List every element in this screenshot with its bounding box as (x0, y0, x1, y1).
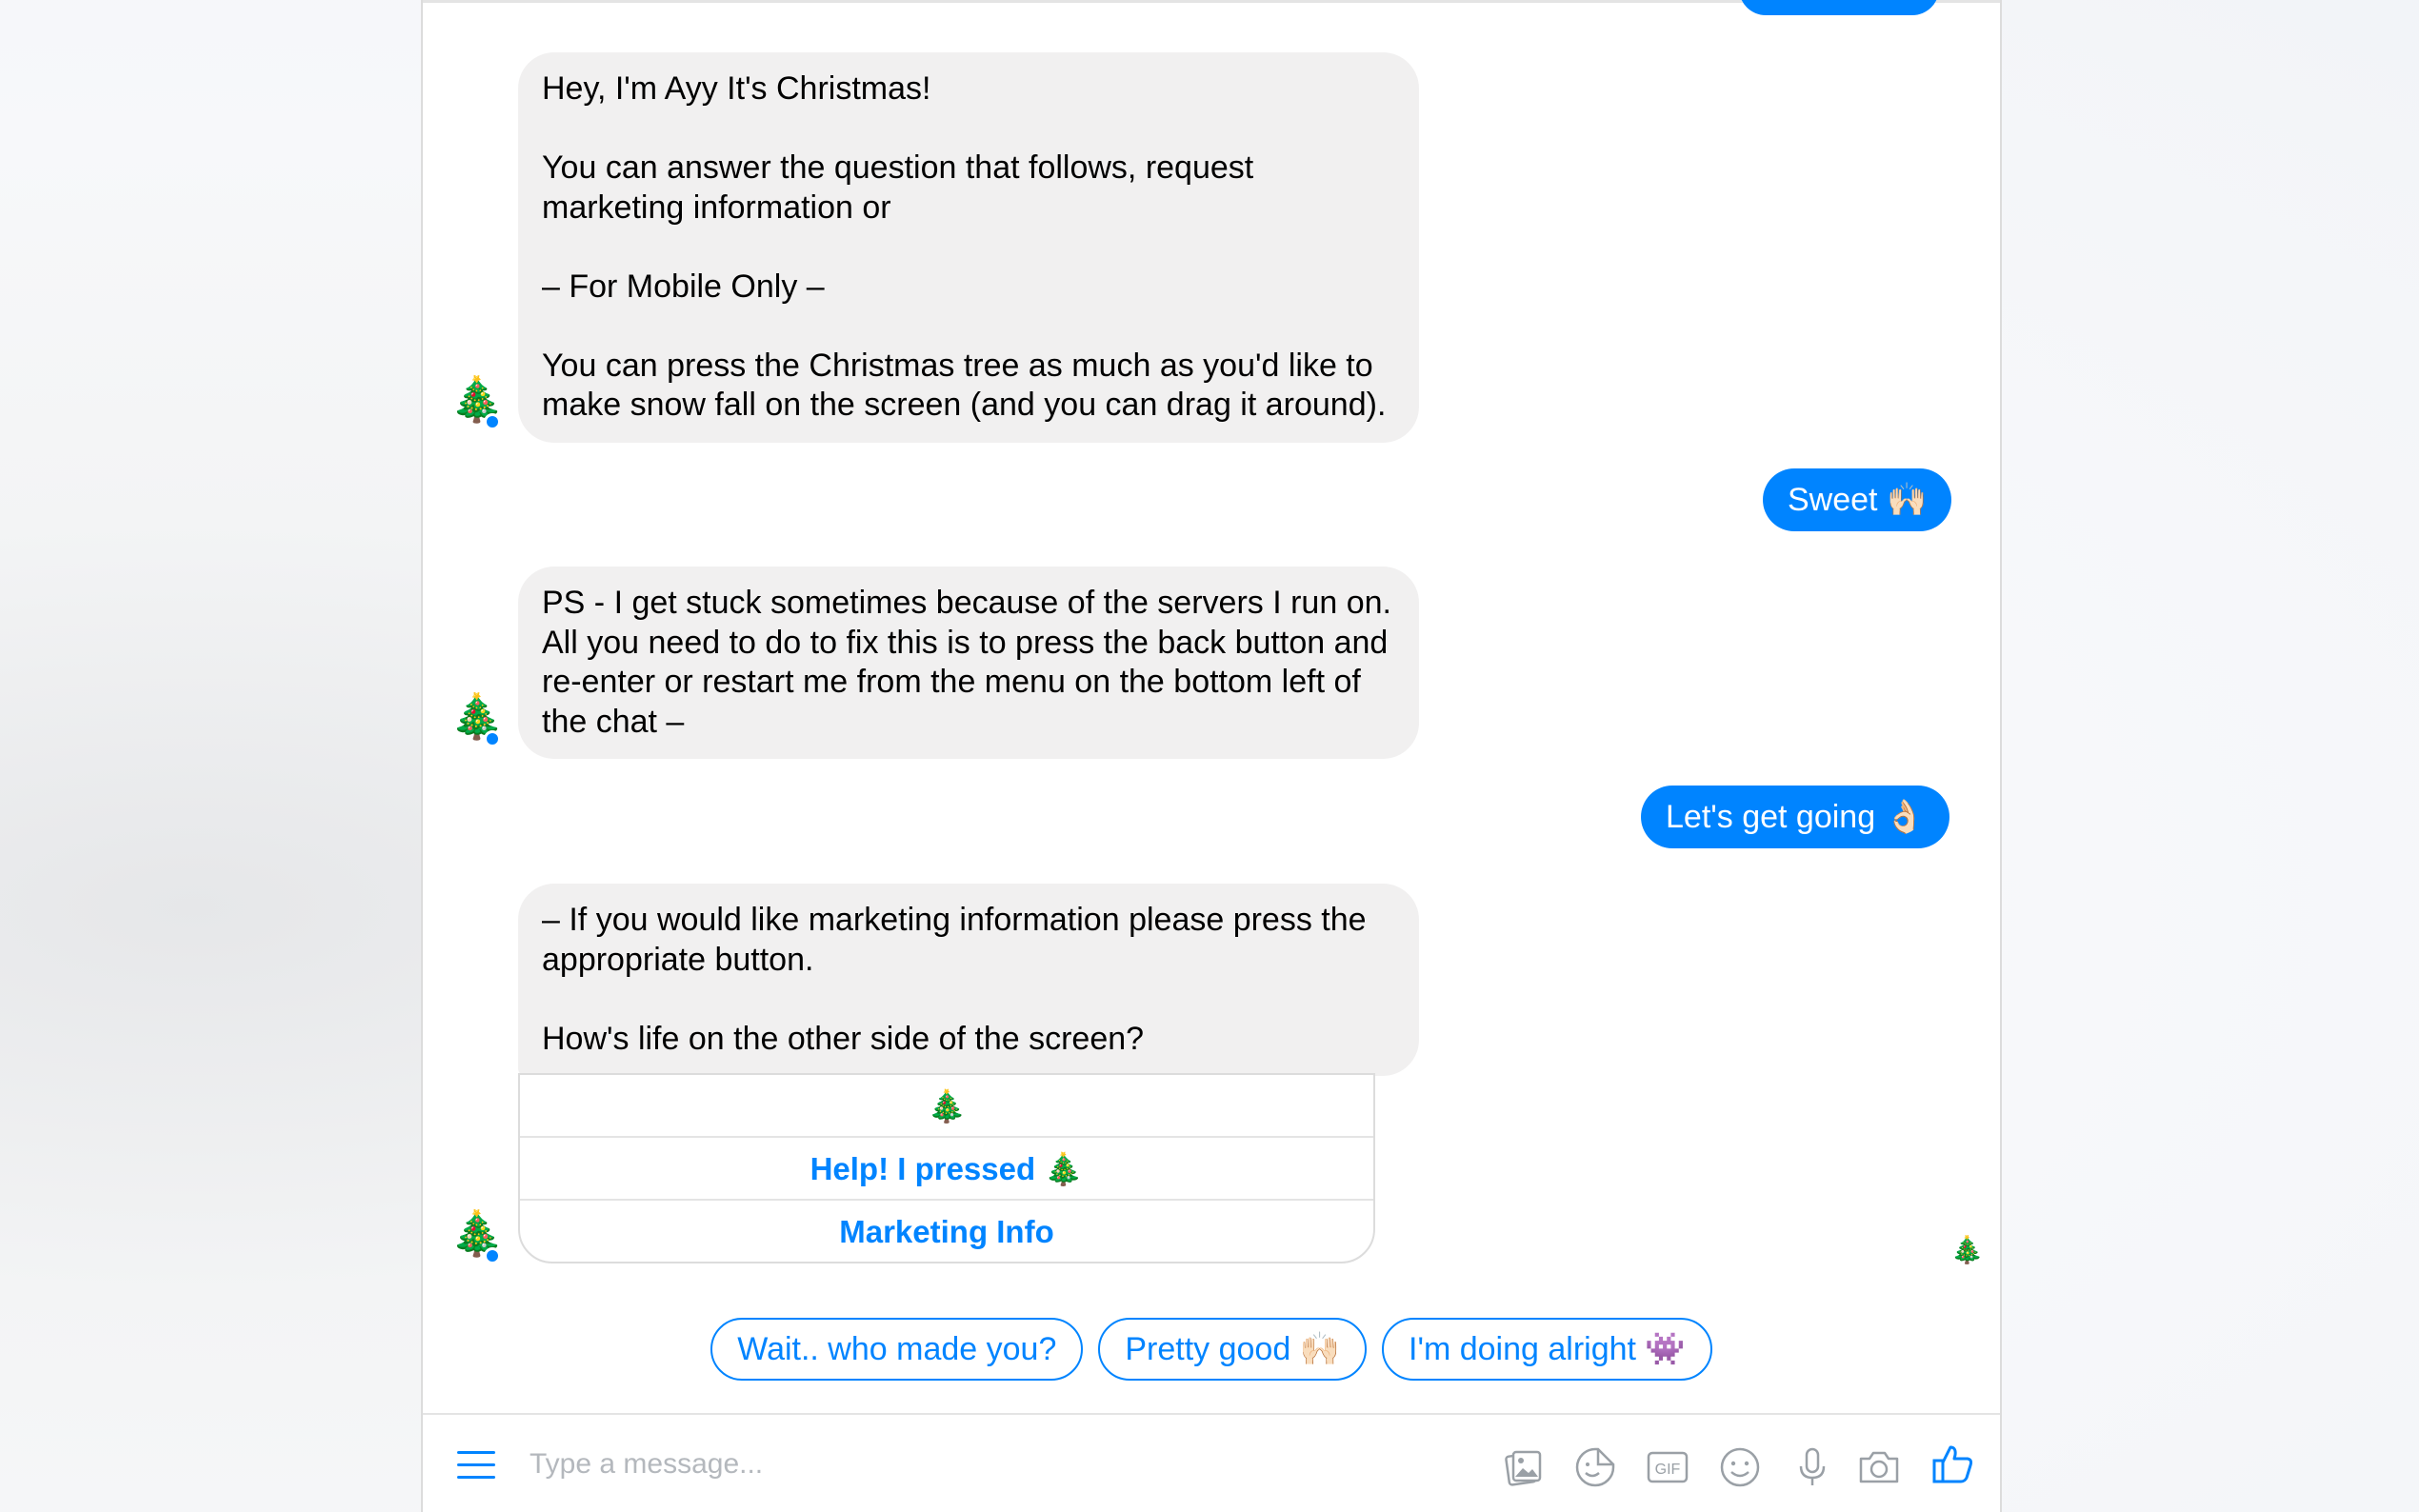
thumbs-up-icon[interactable] (1929, 1440, 1977, 1487)
bot-message-bubble: PS - I get stuck sometimes because of th… (518, 567, 1419, 759)
image-icon[interactable] (1499, 1443, 1547, 1491)
bot-message-bubble: – If you would like marketing informatio… (518, 884, 1419, 1076)
camera-icon[interactable] (1855, 1443, 1903, 1491)
quick-reply-who-made-you[interactable]: Wait.. who made you? (710, 1318, 1084, 1381)
quick-replies: Wait.. who made you? Pretty good 🙌🏻 I'm … (423, 1318, 2000, 1381)
user-message-bubble: Let's get going 👌🏻 (1641, 786, 1949, 848)
bot-avatar[interactable]: 🎄 (450, 373, 504, 430)
messenger-badge-icon (484, 1247, 501, 1264)
quick-reply-pretty-good[interactable]: Pretty good 🙌🏻 (1098, 1318, 1368, 1381)
messenger-badge-icon (484, 730, 501, 747)
user-message-bubble: Sweet 🙌🏻 (1763, 468, 1952, 531)
floating-christmas-tree-icon[interactable]: 🎄 (1950, 1234, 1984, 1265)
message-composer: GIF (423, 1413, 2000, 1512)
emoji-icon[interactable] (1716, 1443, 1764, 1491)
gif-icon[interactable]: GIF (1644, 1443, 1691, 1491)
menu-icon[interactable] (457, 1451, 495, 1480)
svg-text:GIF: GIF (1655, 1462, 1681, 1478)
bot-message-bubble: Hey, I'm Ayy It's Christmas! You can ans… (518, 52, 1419, 443)
marketing-info-button[interactable]: Marketing Info (520, 1201, 1373, 1263)
quick-reply-doing-alright[interactable]: I'm doing alright 👾 (1382, 1318, 1712, 1381)
bot-avatar[interactable]: 🎄 (450, 1207, 504, 1264)
messenger-badge-icon (484, 413, 501, 430)
tree-button[interactable]: 🎄 (520, 1075, 1373, 1138)
help-pressed-button[interactable]: Help! I pressed 🎄 (520, 1138, 1373, 1201)
message-input[interactable] (528, 1440, 1389, 1489)
previous-message-bubble (1739, 0, 1939, 15)
microphone-icon[interactable] (1789, 1443, 1836, 1491)
sticker-icon[interactable] (1571, 1443, 1619, 1491)
button-template-card: 🎄 Help! I pressed 🎄 Marketing Info (518, 1073, 1375, 1263)
bot-avatar[interactable]: 🎄 (450, 690, 504, 747)
messenger-chat-window: Hey, I'm Ayy It's Christmas! You can ans… (421, 0, 2002, 1512)
